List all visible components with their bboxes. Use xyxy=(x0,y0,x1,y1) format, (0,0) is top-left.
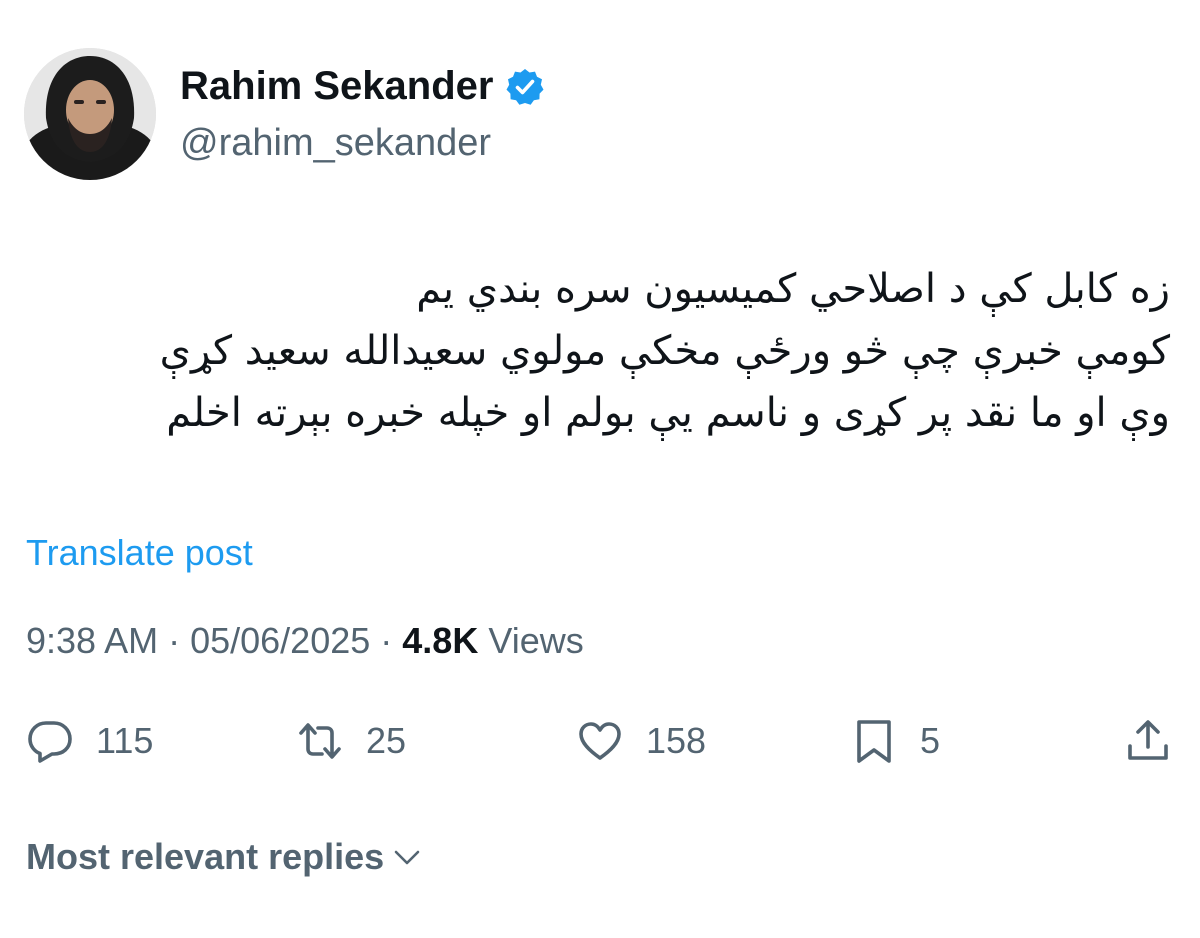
replies-sort-label: Most relevant replies xyxy=(26,836,385,877)
tweet-line: زه کابل کې د اصلاحي کمیسیون سره بندي یم xyxy=(416,266,1170,312)
author-display-name[interactable]: Rahim Sekander xyxy=(180,64,545,109)
verified-badge-icon xyxy=(505,67,545,107)
action-bar: 115 25 158 5 xyxy=(0,706,1200,776)
author-name-text: Rahim Sekander xyxy=(180,64,494,108)
tweet-line: کومې خبرې چې څو ورځې مخکې مولوي سعیدالله… xyxy=(159,328,1170,374)
bookmark-count: 5 xyxy=(920,720,941,761)
chevron-down-icon xyxy=(394,850,420,865)
share-upload-icon xyxy=(1128,720,1168,760)
speech-bubble-icon xyxy=(28,721,72,763)
like-count: 158 xyxy=(646,720,707,761)
tweet-line: وې او ما نقد پر کړی و ناسم یې بولم او خپ… xyxy=(166,390,1170,436)
replies-sort-dropdown[interactable]: Most relevant replies xyxy=(26,836,424,878)
meta-separator: · xyxy=(158,620,191,661)
like-button[interactable]: 158 xyxy=(576,706,706,776)
avatar[interactable] xyxy=(24,48,156,180)
retweet-button[interactable]: 25 xyxy=(296,706,406,776)
meta-separator: · xyxy=(370,620,403,661)
share-button[interactable] xyxy=(1124,706,1172,776)
tweet-text: زه کابل کې د اصلاحي کمیسیون سره بندي یم … xyxy=(30,258,1170,444)
retweet-arrows-icon xyxy=(299,723,341,759)
author-handle[interactable]: @rahim_sekander xyxy=(180,122,491,165)
tweet-date[interactable]: 05/06/2025 xyxy=(190,620,370,661)
tweet-time[interactable]: 9:38 AM xyxy=(26,620,158,661)
views-label: Views xyxy=(478,620,584,661)
views-count: 4.8K xyxy=(402,620,479,661)
translate-post-link[interactable]: Translate post xyxy=(26,532,253,574)
tweet-meta: 9:38 AM · 05/06/2025 · 4.8K Views xyxy=(26,620,584,662)
heart-icon xyxy=(579,722,621,760)
reply-count: 115 xyxy=(96,720,154,761)
bookmark-button[interactable]: 5 xyxy=(850,706,940,776)
avatar-image xyxy=(24,48,156,180)
retweet-count: 25 xyxy=(366,720,407,761)
reply-button[interactable]: 115 xyxy=(26,706,153,776)
bookmark-icon xyxy=(857,720,891,763)
